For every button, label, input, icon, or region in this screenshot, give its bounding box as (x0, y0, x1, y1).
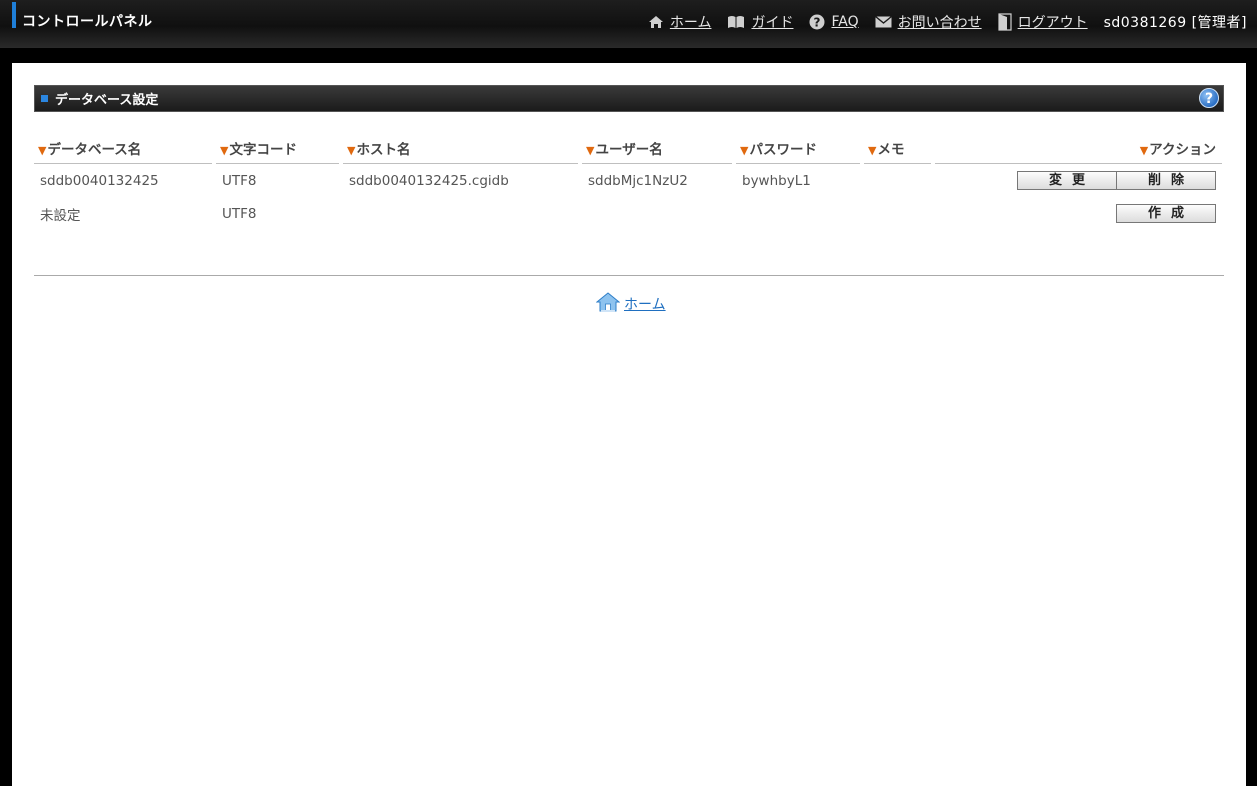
cell-host (343, 197, 582, 230)
app-title: コントロールパネル (22, 14, 153, 30)
cell-password (736, 197, 864, 230)
nav-home[interactable]: ホーム (648, 12, 712, 32)
nav-home-label[interactable]: ホーム (670, 12, 712, 32)
delete-button[interactable]: 削除 (1116, 171, 1216, 190)
table-row: sddb0040132425 UTF8 sddb0040132425.cgidb… (34, 164, 1222, 197)
col-header-label: ユーザー名 (595, 142, 663, 158)
cell-memo (864, 164, 935, 197)
database-table: ▼データベース名 ▼文字コード ▼ホスト名 ▼ユーザー名 ▼パスワード ▼メモ … (34, 133, 1222, 230)
col-header-memo[interactable]: ▼メモ (864, 133, 935, 164)
col-header-charset[interactable]: ▼文字コード (216, 133, 343, 164)
main-content: データベース設定 ? ▼データベース名 ▼文字コード ▼ホスト名 ▼ユーザー名 … (12, 63, 1246, 786)
col-header-label: 文字コード (229, 142, 297, 158)
section-header: データベース設定 ? (34, 85, 1224, 112)
cell-password: bywhbyL1 (742, 172, 811, 189)
question-icon: ? (809, 14, 825, 30)
col-header-password[interactable]: ▼パスワード (736, 133, 864, 164)
col-header-label: ホスト名 (356, 142, 411, 158)
section-title: データベース設定 (55, 93, 159, 108)
col-header-db-name[interactable]: ▼データベース名 (34, 133, 216, 164)
sort-triangle-icon: ▼ (1139, 144, 1149, 157)
table-header-row: ▼データベース名 ▼文字コード ▼ホスト名 ▼ユーザー名 ▼パスワード ▼メモ … (34, 133, 1222, 164)
sort-triangle-icon: ▼ (868, 144, 877, 157)
help-icon[interactable]: ? (1199, 88, 1219, 108)
sort-triangle-icon: ▼ (347, 144, 356, 157)
nav-faq[interactable]: ? FAQ (809, 14, 859, 30)
header-accent-bar (12, 2, 16, 28)
col-header-action[interactable]: ▼アクション (935, 133, 1222, 164)
cell-db-name: 未設定 (40, 207, 81, 224)
book-icon (727, 15, 745, 29)
col-header-label: データベース名 (47, 142, 142, 158)
nav-guide[interactable]: ガイド (727, 12, 793, 32)
footer-home-label[interactable]: ホーム (624, 294, 666, 314)
cell-actions: 作成 (935, 197, 1222, 230)
cell-charset: UTF8 (222, 205, 257, 222)
col-header-label: アクション (1149, 142, 1216, 158)
home-icon (595, 292, 621, 316)
create-button[interactable]: 作成 (1116, 204, 1216, 223)
cell-user: sddbMjc1NzU2 (588, 172, 688, 189)
sort-triangle-icon: ▼ (38, 144, 47, 157)
cell-memo (864, 197, 935, 230)
nav-logout-label[interactable]: ログアウト (1018, 12, 1088, 32)
cell-db-name: sddb0040132425 (40, 172, 159, 189)
top-header: コントロールパネル ホーム ガイド ? FAQ お問い合わせ ログアウト sd0… (0, 0, 1257, 48)
footer-home-link[interactable]: ホーム (595, 292, 666, 316)
cell-user (582, 197, 736, 230)
col-header-label: パスワード (749, 142, 817, 158)
col-header-user[interactable]: ▼ユーザー名 (582, 133, 736, 164)
nav-faq-label[interactable]: FAQ (831, 14, 858, 30)
cell-host: sddb0040132425.cgidb (349, 172, 509, 189)
mail-icon (874, 16, 892, 28)
section-marker-icon (41, 95, 48, 102)
sort-triangle-icon: ▼ (220, 144, 229, 157)
cell-charset: UTF8 (222, 172, 257, 189)
sort-triangle-icon: ▼ (586, 144, 595, 157)
col-header-host[interactable]: ▼ホスト名 (343, 133, 582, 164)
edit-button[interactable]: 変更 (1017, 171, 1117, 190)
nav-contact[interactable]: お問い合わせ (874, 12, 982, 32)
section-divider (34, 275, 1224, 276)
nav-logout[interactable]: ログアウト (997, 12, 1088, 32)
logout-door-icon (997, 13, 1012, 31)
sort-triangle-icon: ▼ (740, 144, 749, 157)
nav-contact-label[interactable]: お問い合わせ (898, 12, 982, 32)
home-icon (648, 15, 664, 29)
col-header-label: メモ (877, 142, 905, 158)
table-row: 未設定 UTF8 作成 (34, 197, 1222, 230)
svg-text:?: ? (814, 16, 821, 30)
nav-guide-label[interactable]: ガイド (751, 12, 793, 32)
current-user: sd0381269 [管理者] (1103, 15, 1247, 31)
cell-actions: 変更 削除 (935, 164, 1222, 197)
top-nav: ホーム ガイド ? FAQ お問い合わせ ログアウト sd0381269 [管理… (648, 11, 1247, 33)
